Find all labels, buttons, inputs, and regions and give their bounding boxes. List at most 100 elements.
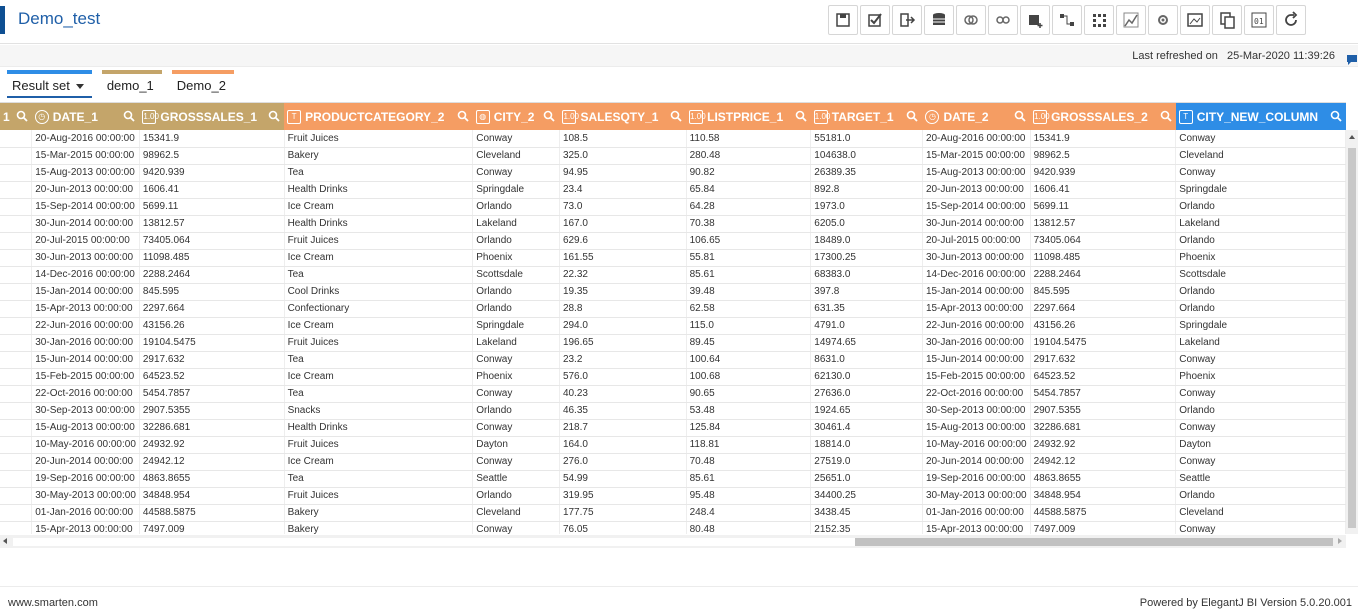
tab-demo-2[interactable]: Demo_2 [171,70,234,98]
search-icon[interactable] [906,110,919,122]
table-cell: Cleveland [1175,504,1346,522]
grid-button[interactable] [1084,5,1114,35]
column-header-grosssales-2[interactable]: 1.00GROSSSALES_2 [1030,103,1176,130]
column-header-grosssales-1[interactable]: 1.00GROSSSALES_1 [139,103,285,130]
table-row[interactable]: 01-Jan-2016 00:00:00 44588.5875 Bakery Clev… [0,504,1346,522]
table-row[interactable]: 20-Jun-2013 00:00:00 1606.41 Health Drinks… [0,181,1346,199]
save-button[interactable] [828,5,858,35]
search-icon[interactable] [1160,110,1172,122]
column-header-productcategory-2[interactable]: T PRODUCTCATEGORY_2 [284,103,473,130]
table-row[interactable]: 15-Jun-2014 00:00:00 2917.632 Tea Conway 23.… [0,351,1346,369]
horizontal-scrollbar[interactable] [0,535,1346,548]
table-cell: Orlando [1175,232,1346,250]
table-row[interactable]: 30-Jun-2014 00:00:00 13812.57 Health Drink… [0,215,1346,233]
table-cell: 30-Jun-2013 00:00:00 [31,249,140,267]
image-icon [1187,13,1203,27]
database-button[interactable] [924,5,954,35]
table-cell: Springdale [472,181,560,199]
search-icon[interactable] [268,110,280,122]
add-dataset-button[interactable] [1020,5,1050,35]
column-header-target-1[interactable]: 1.00TARGET_1 [810,103,923,130]
tab-label: Demo_2 [176,78,226,93]
validate-button[interactable] [860,5,890,35]
merge-icon [964,15,978,25]
refresh-button[interactable] [1276,5,1306,35]
search-icon[interactable] [1330,110,1342,122]
settings-icon [1158,15,1168,25]
table-row[interactable]: 30-Jan-2016 00:00:00 19104.5475 Fruit Juic… [0,334,1346,352]
copy-button[interactable] [1212,5,1242,35]
table-row[interactable]: 15-Sep-2014 00:00:00 5699.11 Ice Cream Orla… [0,198,1346,216]
table-cell: 100.68 [686,368,812,386]
table-cell [0,334,33,352]
table-row[interactable]: 30-May-2013 00:00:00 34848.954 Fruit Juice… [0,487,1346,505]
scroll-right-icon[interactable] [1338,538,1342,544]
chevron-down-icon[interactable] [75,84,84,90]
export-button[interactable] [892,5,922,35]
footer-version: Powered by ElegantJ BI Version 5.0.20.00… [1139,597,1352,609]
merge-button[interactable] [956,5,986,35]
column-header-city-new-column[interactable]: T CITY_NEW_COLUMN [1175,103,1346,130]
table-row[interactable]: 22-Jun-2016 00:00:00 43156.26 Ice Cream Spr… [0,317,1346,335]
scroll-up-icon[interactable] [1349,135,1355,139]
table-cell: 62.58 [686,300,812,318]
table-cell: 20-Jun-2014 00:00:00 [922,453,1031,471]
column-header-date-1[interactable]: ◷ DATE_1 [31,103,140,130]
table-cell: Ice Cream [284,249,474,267]
table-row[interactable]: 15-Feb-2015 00:00:00 64523.52 Ice Cream Pho… [0,368,1346,386]
table-row[interactable]: 19-Sep-2016 00:00:00 4863.8655 Tea Seattle 5… [0,470,1346,488]
column-header-salesqty-1[interactable]: 1.00SALESQTY_1 [559,103,687,130]
comment-icon[interactable] [1346,54,1358,66]
search-icon[interactable] [123,110,136,122]
table-row[interactable]: 15-Jan-2014 00:00:00 845.595 Cool Drinks Or… [0,283,1346,301]
search-icon[interactable] [16,110,28,122]
table-row[interactable]: 30-Sep-2013 00:00:00 2907.5355 Snacks Orlan… [0,402,1346,420]
relationship-button[interactable] [1052,5,1082,35]
table-row[interactable]: 22-Oct-2016 00:00:00 5454.7857 Tea Conway 40… [0,385,1346,403]
table-row[interactable]: 20-Aug-2016 00:00:00 15341.9 Fruit Juices C… [0,130,1346,148]
table-cell: Bakery [284,147,474,165]
search-icon[interactable] [795,110,807,122]
settings-button[interactable] [1148,5,1178,35]
table-row[interactable]: 15-Aug-2013 00:00:00 9420.939 Tea Conway 94.… [0,164,1346,182]
table-cell [0,368,33,386]
vertical-scroll-thumb[interactable] [1348,148,1356,528]
table-cell: 73.0 [559,198,687,216]
search-icon[interactable] [457,110,469,122]
tab-demo-1[interactable]: demo_1 [101,70,162,98]
column-header-label: LISTPRICE_1 [707,109,784,124]
horizontal-scroll-thumb[interactable] [855,538,1333,546]
save-icon [836,13,850,27]
column-header-listprice-1[interactable]: 1.00LISTPRICE_1 [686,103,811,130]
table-cell: 845.595 [139,283,285,301]
table-row[interactable]: 15-Apr-2013 00:00:00 7497.009 Bakery Conway… [0,521,1346,534]
binary-button[interactable]: 01 [1244,5,1274,35]
table-row[interactable]: 15-Mar-2015 00:00:00 98962.5 Bakery Clevela… [0,147,1346,165]
table-row[interactable]: 15-Apr-2013 00:00:00 2297.664 Confectionar… [0,300,1346,318]
table-row[interactable]: 20-Jun-2014 00:00:00 24942.12 Ice Cream Con… [0,453,1346,471]
footer-website[interactable]: www.smarten.com [8,597,98,609]
table-row[interactable]: 14-Dec-2016 00:00:00 2288.2464 Tea Scottsda… [0,266,1346,284]
column-header-city-2[interactable]: ◍ CITY_2 [472,103,560,130]
table-cell: 34848.954 [139,487,285,505]
vertical-scrollbar[interactable] [1346,130,1358,534]
search-icon[interactable] [670,110,682,122]
search-icon[interactable] [1014,110,1026,122]
column-header-1[interactable]: 1 [0,103,32,130]
search-icon[interactable] [543,110,556,122]
tab-result-set[interactable]: Result set [7,70,92,98]
table-cell: 15-Jun-2014 00:00:00 [922,351,1031,369]
table-row[interactable]: 15-Aug-2013 00:00:00 32286.681 Health Drin… [0,419,1346,437]
table-row[interactable]: 20-Jul-2015 00:00:00 73405.064 Fruit Juice… [0,232,1346,250]
toolbar: 01 [828,5,1306,35]
column-header-date-2[interactable]: ◷ DATE_2 [922,103,1031,130]
link-button[interactable] [988,5,1018,35]
table-row[interactable]: 10-May-2016 00:00:00 24932.92 Fruit Juices… [0,436,1346,454]
table-cell: 10-May-2016 00:00:00 [922,436,1031,454]
table-cell: 70.38 [686,215,812,233]
table-row[interactable]: 30-Jun-2013 00:00:00 11098.485 Ice Cream Ph… [0,249,1346,267]
tab-color-bar [101,70,162,74]
scroll-left-icon[interactable] [3,538,7,544]
image-button[interactable] [1180,5,1210,35]
chart-edit-button[interactable] [1116,5,1146,35]
